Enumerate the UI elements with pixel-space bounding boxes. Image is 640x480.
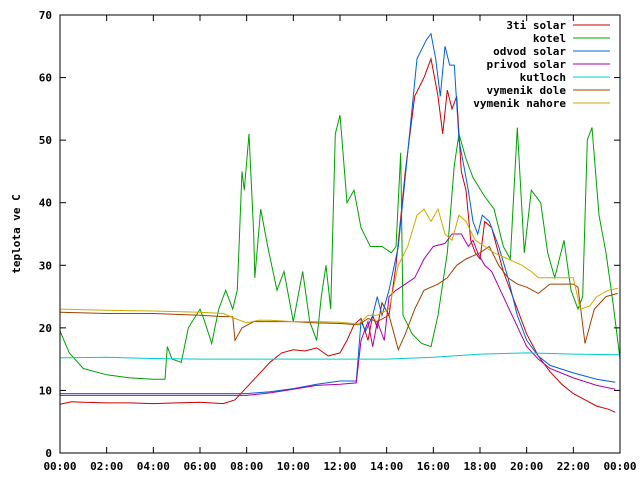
legend-label: kutloch [520, 71, 566, 84]
x-tick-label: 10:00 [277, 460, 310, 473]
x-tick-label: 18:00 [463, 460, 496, 473]
y-tick-label: 60 [39, 72, 52, 85]
series-line-5 [59, 245, 618, 352]
y-tick-label: 70 [39, 9, 52, 22]
y-tick-label: 10 [39, 384, 52, 397]
y-tick-label: 50 [39, 134, 52, 147]
legend: 3ti solarkotelodvod solarprivod solarkut… [473, 19, 610, 110]
x-tick-label: 00:00 [43, 460, 76, 473]
x-tick-label: 22:00 [557, 460, 590, 473]
x-tick-label: 08:00 [230, 460, 263, 473]
legend-label: kotel [533, 32, 566, 45]
x-tick-label: 06:00 [183, 460, 216, 473]
x-tick-label: 04:00 [137, 460, 170, 473]
x-tick-label: 16:00 [417, 460, 450, 473]
series-line-6 [59, 207, 618, 325]
x-tick-label: 00:00 [603, 460, 636, 473]
legend-label: vymenik dole [487, 84, 567, 97]
y-tick-label: 0 [45, 447, 52, 460]
legend-label: privod solar [487, 58, 567, 71]
legend-label: vymenik nahore [473, 97, 566, 110]
series-line-1 [59, 114, 621, 380]
x-tick-label: 12:00 [323, 460, 356, 473]
y-tick-label: 20 [39, 322, 52, 335]
series-line-3 [60, 233, 616, 396]
x-tick-label: 14:00 [370, 460, 403, 473]
chart: 0 10 20 30 40 50 60 70 00:00 02:00 04:00 06:00 08:00… [10, 9, 637, 473]
y-tick-label: 40 [39, 197, 52, 210]
y-axis-label: teplota ve C [10, 194, 23, 273]
y-tick-label: 30 [39, 259, 52, 272]
x-tick-label: 02:00 [90, 460, 123, 473]
legend-label: 3ti solar [506, 19, 566, 32]
x-tick-label: 20:00 [510, 460, 543, 473]
legend-label: odvod solar [493, 45, 566, 58]
